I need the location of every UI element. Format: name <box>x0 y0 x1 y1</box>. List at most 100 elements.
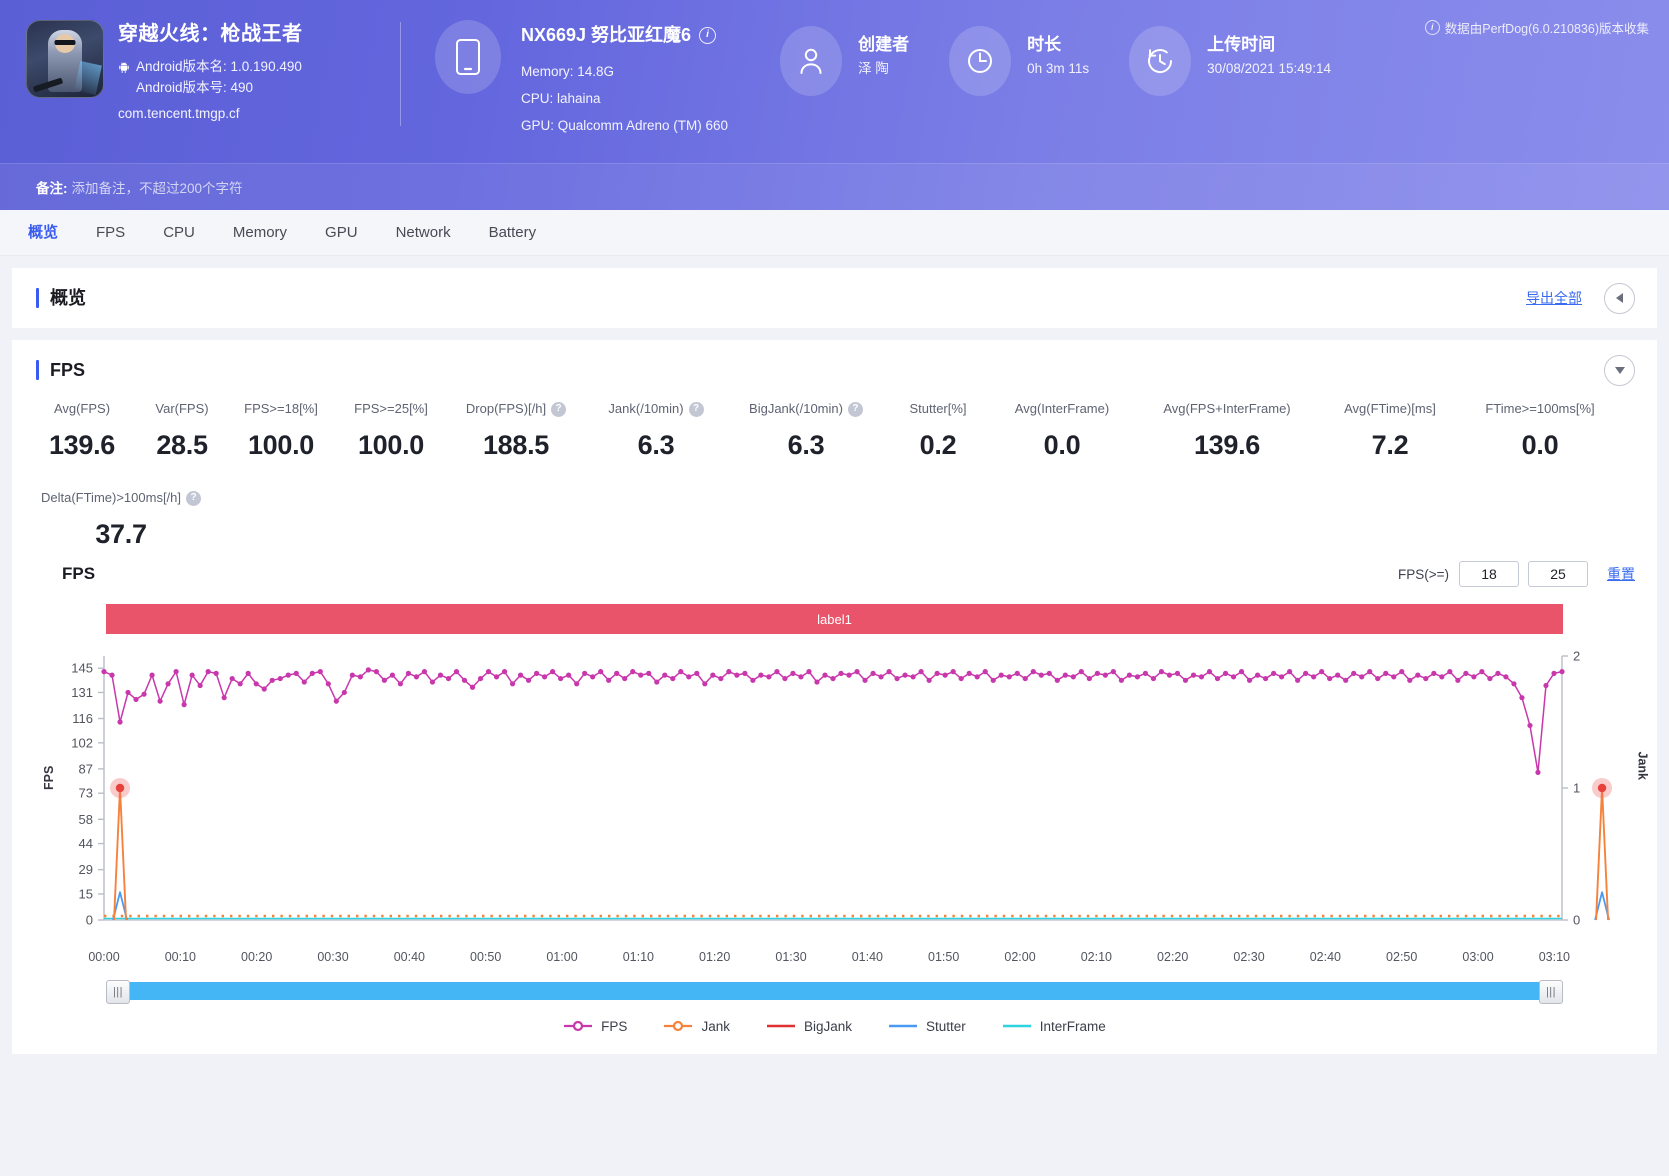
stat-upload-value: 30/08/2021 15:49:14 <box>1207 61 1331 76</box>
device-name: NX669J 努比亚红魔6 <box>521 25 692 45</box>
stat-duration-value: 0h 3m 11s <box>1027 61 1090 76</box>
export-all-link[interactable]: 导出全部 <box>1526 288 1582 308</box>
collapse-left-button[interactable] <box>1604 282 1635 314</box>
scrollbar-handle-left[interactable]: ||| <box>106 980 130 1004</box>
metric-value: 139.6 <box>1193 430 1261 460</box>
legend-item[interactable]: InterFrame <box>1002 1019 1106 1034</box>
legend-marker-icon <box>663 1020 693 1032</box>
x-tick-label: 00:00 <box>88 950 120 964</box>
collected-by-text: 数据由PerfDog(6.0.210836)版本收集 <box>1444 22 1649 36</box>
legend-label: InterFrame <box>1039 1018 1106 1034</box>
tab-cpu[interactable]: CPU <box>163 225 195 240</box>
metric-label: Jank(/10min)? <box>586 400 726 418</box>
metric-label: Avg(InterFrame) <box>1014 401 1110 416</box>
fps-threshold-high-input[interactable] <box>1528 561 1588 587</box>
help-icon[interactable]: ? <box>847 401 863 417</box>
stat-upload-time: 上传时间 30/08/2021 15:49:14 <box>1129 26 1331 96</box>
metric-value: 188.5 <box>482 430 550 460</box>
x-tick-label: 02:40 <box>1309 950 1341 964</box>
legend-item[interactable]: Jank <box>663 1019 730 1034</box>
legend-marker-icon <box>563 1020 593 1032</box>
legend-label: Stutter <box>926 1018 966 1034</box>
legend-marker-icon <box>766 1020 796 1032</box>
label-band[interactable]: label1 <box>106 604 1563 634</box>
fps-metrics: Avg(FPS) 139.6 Var(FPS) 28.5 FPS>=18[%] 100.0… <box>12 400 1657 554</box>
help-icon[interactable]: ? <box>551 401 567 417</box>
svg-text:102: 102 <box>71 735 93 750</box>
stat-creator-label: 创建者 <box>858 35 910 54</box>
fps-panel: FPS Avg(FPS) 139.6 Var(FPS) 28.5 FPS>=18[%] 1… <box>12 340 1657 1054</box>
fps-threshold-low-input[interactable] <box>1459 561 1519 587</box>
note-input-placeholder[interactable]: 添加备注，不超过200个字符 <box>72 177 243 197</box>
fps-plot-area: FPS Jank 0 15 29 44 58 73 87 102 116 131 145 0 1 2 <box>12 648 1657 948</box>
chart-range-scrollbar[interactable]: ||| ||| <box>106 980 1563 1004</box>
info-icon: i <box>1424 20 1440 35</box>
x-tick-label: 01:10 <box>622 950 654 964</box>
fps-title: FPS <box>50 360 86 380</box>
tab-fps[interactable]: FPS <box>96 225 125 240</box>
android-icon <box>118 61 131 73</box>
collapse-down-button[interactable] <box>1604 354 1635 386</box>
history-icon <box>1129 26 1192 96</box>
metric-label: FPS>=25[%] <box>354 401 428 416</box>
x-tick-label: 02:00 <box>1004 950 1036 964</box>
metric-label: BigJank(/10min)? <box>726 400 886 418</box>
svg-text:0: 0 <box>86 913 93 928</box>
app-version-code-row: Android版本号: 490 <box>118 77 303 98</box>
metric-label: Avg(FPS) <box>53 401 111 416</box>
metric-cell: Drop(FPS)[/h]? 188.5 <box>446 400 586 459</box>
x-tick-label: 01:40 <box>851 950 883 964</box>
metric-value: 37.7 <box>95 519 147 549</box>
tab-network[interactable]: Network <box>396 225 451 240</box>
x-axis-ticks: 00:00 00:10 00:20 00:30 00:40 00:50 01:00 01:10… <box>12 948 1657 974</box>
metric-label: Var(FPS) <box>155 401 209 416</box>
metric-label: FTime>=100ms[%] <box>1485 401 1595 416</box>
fps-chart-header: FPS FPS(>=) 重置 <box>12 554 1657 594</box>
x-tick-label: 02:50 <box>1386 950 1418 964</box>
svg-text:73: 73 <box>79 786 93 801</box>
metric-label: FPS>=18[%] <box>244 401 318 416</box>
svg-text:131: 131 <box>71 685 93 700</box>
svg-text:2: 2 <box>1573 649 1580 664</box>
x-tick-label: 02:20 <box>1157 950 1189 964</box>
svg-text:1: 1 <box>1573 781 1580 796</box>
fps-panel-header: FPS <box>12 340 1657 400</box>
note-row[interactable]: 备注: 添加备注，不超过200个字符 <box>0 163 1669 210</box>
tab-battery[interactable]: Battery <box>489 225 537 240</box>
device-info-icon[interactable]: i <box>699 26 717 44</box>
metric-cell: FPS>=25[%] 100.0 <box>336 400 446 459</box>
metric-cell: Jank(/10min)? 6.3 <box>586 400 726 459</box>
device-name-row: NX669J 努比亚红魔6 i <box>521 26 728 44</box>
metric-value: 6.3 <box>637 430 675 460</box>
legend-item[interactable]: Stutter <box>888 1019 966 1034</box>
scrollbar-track[interactable] <box>106 982 1563 1000</box>
stat-duration: 时长 0h 3m 11s <box>949 26 1089 96</box>
tab-gpu[interactable]: GPU <box>325 225 358 240</box>
chart-legend: FPS Jank BigJank Stutter InterFrame <box>12 1014 1657 1038</box>
tab-overview[interactable]: 概览 <box>28 225 58 240</box>
legend-item[interactable]: BigJank <box>766 1019 852 1034</box>
fps-chart-title: FPS <box>62 564 96 583</box>
svg-text:145: 145 <box>71 661 93 676</box>
x-tick-label: 01:00 <box>546 950 578 964</box>
app-version-name-row: Android版本名: 1.0.190.490 <box>118 56 303 77</box>
stat-creator-value: 泽 陶 <box>858 61 889 76</box>
legend-label: FPS <box>601 1018 628 1034</box>
metric-cell: FPS>=18[%] 100.0 <box>226 400 336 459</box>
stat-creator: 创建者 泽 陶 <box>780 26 909 96</box>
x-tick-label: 02:10 <box>1080 950 1112 964</box>
help-icon[interactable]: ? <box>186 490 202 506</box>
reset-link[interactable]: 重置 <box>1607 564 1635 584</box>
legend-item[interactable]: FPS <box>563 1019 627 1034</box>
device-info-block: NX669J 努比亚红魔6 i Memory: 14.8G CPU: lahai… <box>401 20 728 139</box>
scrollbar-handle-right[interactable]: ||| <box>1539 980 1563 1004</box>
x-tick-label: 00:40 <box>393 950 425 964</box>
accent-bar <box>36 360 39 380</box>
clock-icon <box>949 26 1012 96</box>
app-title: 穿越火线：枪战王者 <box>118 23 303 45</box>
app-package-name: com.tencent.tmgp.cf <box>118 106 240 121</box>
fps-plot-svg: 0 15 29 44 58 73 87 102 116 131 145 0 1 2 <box>71 649 1613 928</box>
tab-memory[interactable]: Memory <box>233 225 287 240</box>
x-tick-label: 00:10 <box>164 950 196 964</box>
help-icon[interactable]: ? <box>688 401 704 417</box>
